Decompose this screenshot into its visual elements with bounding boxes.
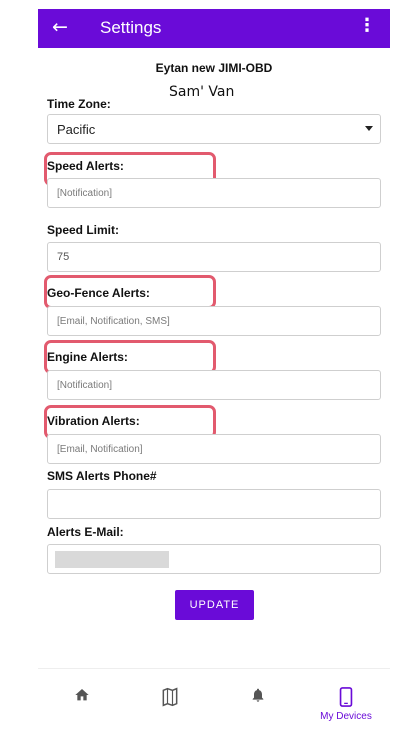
geofence-alerts-label: Geo-Fence Alerts: (47, 286, 150, 300)
bell-icon (252, 688, 264, 702)
nav-item-map[interactable] (135, 669, 205, 726)
nav-label-my-devices: My Devices (320, 711, 372, 722)
alerts-email-label: Alerts E-Mail: (47, 525, 124, 539)
app-bar: ← Settings ⋮ (38, 9, 390, 48)
more-options-icon[interactable]: ⋮ (358, 15, 376, 36)
sms-phone-input[interactable] (47, 489, 381, 519)
dropdown-caret-icon (365, 126, 373, 131)
nav-item-alerts[interactable] (223, 669, 293, 726)
speed-limit-input[interactable]: 75 (47, 242, 381, 272)
device-name: Eytan new JIMI-OBD (155, 61, 273, 75)
vibration-alerts-field[interactable]: [Email, Notification] (47, 434, 381, 464)
bottom-navigation: My Devices (38, 668, 390, 726)
map-icon (162, 687, 178, 707)
speed-alerts-field[interactable]: [Notification] (47, 178, 381, 208)
back-arrow-icon[interactable]: ← (52, 16, 68, 38)
nav-item-my-devices[interactable]: My Devices (311, 669, 381, 726)
time-zone-value: Pacific (57, 121, 96, 137)
home-icon (75, 689, 89, 701)
phone-icon (339, 687, 353, 707)
vibration-alerts-label: Vibration Alerts: (47, 414, 140, 428)
page-title: Settings (100, 18, 162, 37)
settings-screen: ← Settings ⋮ Eytan new JIMI-OBD Sam' Van… (38, 9, 390, 726)
device-nickname: Sam' Van (169, 84, 235, 100)
geofence-alerts-field[interactable]: [Email, Notification, SMS] (47, 306, 381, 336)
speed-limit-label: Speed Limit: (47, 223, 120, 237)
update-button[interactable]: UPDATE (175, 590, 254, 620)
time-zone-label: Time Zone: (47, 97, 111, 111)
alerts-email-input[interactable] (47, 544, 381, 574)
sms-phone-label: SMS Alerts Phone# (47, 469, 157, 483)
nav-item-home[interactable] (47, 669, 117, 726)
redacted-email-block (55, 550, 169, 568)
engine-alerts-field[interactable]: [Notification] (47, 370, 381, 400)
time-zone-select[interactable]: Pacific (47, 114, 381, 144)
speed-alerts-label: Speed Alerts: (47, 159, 124, 173)
engine-alerts-label: Engine Alerts: (47, 350, 128, 364)
